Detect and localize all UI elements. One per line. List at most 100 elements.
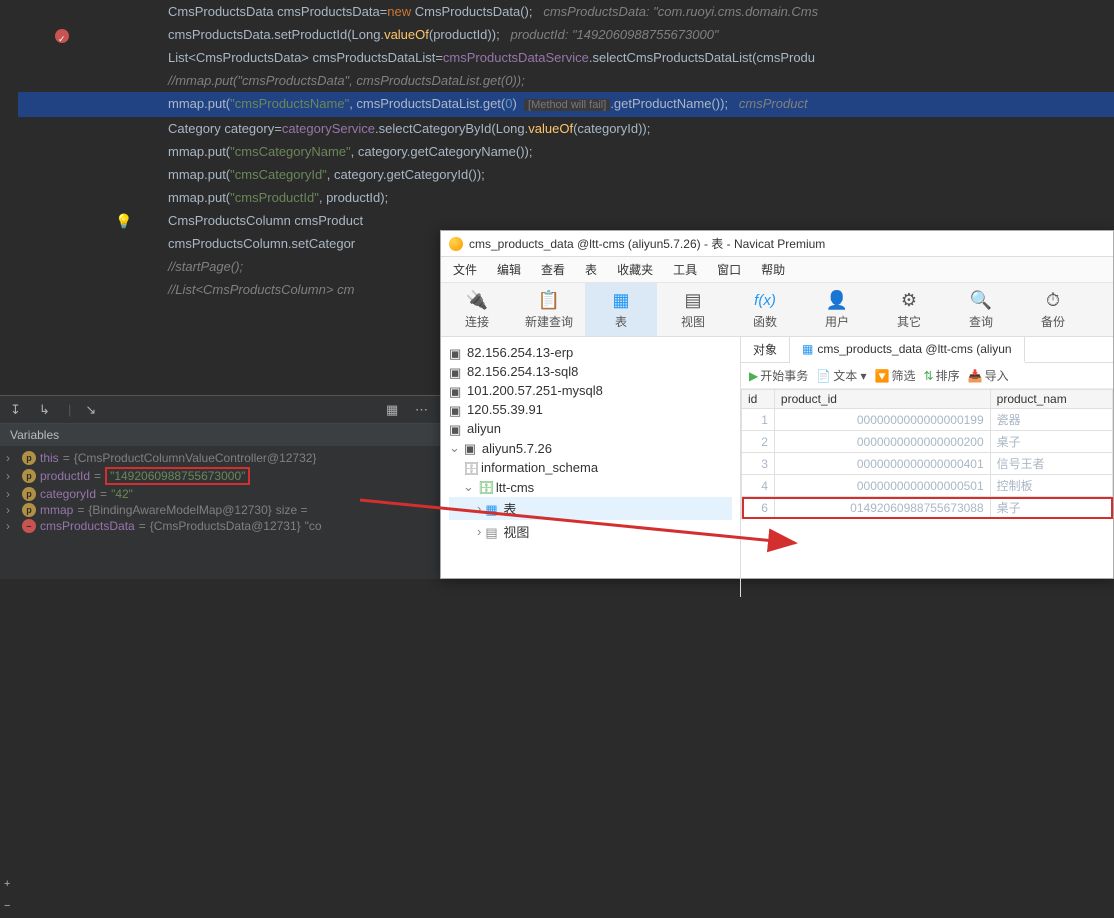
add-watch-icon[interactable]: + [4, 878, 18, 892]
column-header[interactable]: product_id [774, 390, 990, 409]
tree-server[interactable]: ▣82.156.254.13-sql8 [449, 362, 732, 381]
tree-views[interactable]: ›▤视图 [449, 520, 732, 543]
cell[interactable]: 2 [742, 431, 775, 453]
tab-objects[interactable]: 对象 [741, 337, 790, 362]
variable-row[interactable]: ›p productId = "1492060988755673000" [6, 466, 434, 486]
var-name: productId [40, 469, 90, 483]
more-icon[interactable]: ⋯ [415, 402, 430, 417]
menu-item[interactable]: 窗口 [717, 261, 741, 278]
toolbar-icon: ▤ [680, 289, 706, 311]
caret-icon[interactable]: ⌄ [463, 479, 474, 495]
tree-server[interactable]: ▣82.156.254.13-erp [449, 343, 732, 362]
cell[interactable]: 4 [742, 475, 775, 497]
var-value: {CmsProductsData@12731} [150, 519, 301, 533]
subtoolbar-item[interactable]: ▶开始事务 [749, 367, 808, 384]
toolbar-icon: ▦ [608, 289, 634, 311]
connection-tree[interactable]: ▣82.156.254.13-erp▣82.156.254.13-sql8▣10… [441, 337, 741, 597]
tab-table[interactable]: ▦cms_products_data @ltt-cms (aliyun [790, 337, 1025, 363]
cell[interactable]: 1 [742, 409, 775, 431]
menu-item[interactable]: 帮助 [761, 261, 785, 278]
menu-item[interactable]: 编辑 [497, 261, 521, 278]
toolbar-表[interactable]: ▦表 [585, 283, 657, 336]
tree-database-active[interactable]: ⌄🗄ltt-cms [449, 477, 732, 497]
column-header[interactable]: id [742, 390, 775, 409]
toolbar-其它[interactable]: ⚙其它 [873, 283, 945, 336]
cell[interactable]: 0000000000000000401 [774, 453, 990, 475]
cell[interactable]: 0000000000000000501 [774, 475, 990, 497]
menu-item[interactable]: 表 [585, 261, 597, 278]
menu-item[interactable]: 查看 [541, 261, 565, 278]
cell[interactable]: 桌子 [990, 431, 1112, 453]
var-name: categoryId [40, 487, 96, 501]
variable-row[interactable]: ›p mmap = {BindingAwareModelMap@12730} s… [6, 502, 434, 518]
menu-item[interactable]: 文件 [453, 261, 477, 278]
table-row[interactable]: 601492060988755673088桌子 [742, 497, 1113, 519]
variables-tree[interactable]: ›p this = {CmsProductColumnValueControll… [0, 446, 440, 538]
caret-icon[interactable]: ⌄ [449, 440, 460, 456]
variable-row[interactable]: ›p categoryId = "42" [6, 486, 434, 502]
column-header[interactable]: product_nam [990, 390, 1112, 409]
tree-server[interactable]: ▣aliyun [449, 419, 732, 438]
cell[interactable]: 01492060988755673088 [774, 497, 990, 519]
subtoolbar-item[interactable]: 📄文本 ▾ [816, 367, 866, 384]
subtoolbar-icon: 🔽 [875, 369, 890, 383]
cell[interactable]: 0000000000000000199 [774, 409, 990, 431]
variable-row[interactable]: ›– cmsProductsData = {CmsProductsData@12… [6, 518, 434, 534]
cell[interactable]: 信号王者 [990, 453, 1112, 475]
cell[interactable]: 控制板 [990, 475, 1112, 497]
kind-icon: p [22, 487, 36, 501]
toolbar-新建查询[interactable]: 📋新建查询 [513, 283, 585, 336]
toolbar-查询[interactable]: 🔍查询 [945, 283, 1017, 336]
step-icon[interactable]: ↳ [39, 402, 54, 417]
table-row[interactable]: 30000000000000000401信号王者 [742, 453, 1113, 475]
toolbar-函数[interactable]: f(x)函数 [729, 283, 801, 336]
data-grid[interactable]: idproduct_idproduct_nam10000000000000000… [741, 389, 1113, 597]
toolbar-备份[interactable]: ⏱备份 [1017, 283, 1089, 336]
subtoolbar-item[interactable]: 📥导入 [968, 367, 1009, 384]
code-line: Category category=categoryService.select… [18, 117, 1114, 140]
window-title-bar[interactable]: cms_products_data @ltt-cms (aliyun5.7.26… [441, 231, 1113, 257]
step-icon[interactable]: ↘ [85, 402, 100, 417]
table-row[interactable]: 40000000000000000501控制板 [742, 475, 1113, 497]
subtoolbar-icon: 📥 [968, 369, 983, 383]
code-line: mmap.put("cmsCategoryName", category.get… [18, 140, 1114, 163]
caret-icon[interactable]: › [477, 501, 481, 516]
remove-watch-icon[interactable]: − [4, 900, 18, 914]
subtoolbar-item[interactable]: ⇅排序 [924, 367, 960, 384]
subtoolbar-item[interactable]: 🔽筛选 [875, 367, 916, 384]
expand-icon[interactable]: › [6, 519, 18, 533]
cell[interactable]: 6 [742, 497, 775, 519]
kind-icon: p [22, 451, 36, 465]
variable-row[interactable]: ›p this = {CmsProductColumnValueControll… [6, 450, 434, 466]
menu-item[interactable]: 工具 [673, 261, 697, 278]
expand-icon[interactable]: › [6, 503, 18, 517]
menu-item[interactable]: 收藏夹 [617, 261, 653, 278]
cell[interactable]: 3 [742, 453, 775, 475]
tree-server[interactable]: ▣120.55.39.91 [449, 400, 732, 419]
tree-tables[interactable]: ›▦表 [449, 497, 732, 520]
tree-server[interactable]: ▣101.200.57.251-mysql8 [449, 381, 732, 400]
tree-server-open[interactable]: ⌄▣aliyun5.7.26 [449, 438, 732, 458]
expand-icon[interactable]: › [6, 451, 18, 465]
table-row[interactable]: 20000000000000000200桌子 [742, 431, 1113, 453]
calc-icon[interactable]: ▦ [386, 402, 401, 417]
cell[interactable]: 桌子 [990, 497, 1112, 519]
code-line: cmsProductsData.setProductId(Long.valueO… [18, 23, 1114, 46]
step-icon[interactable]: ↧ [10, 402, 25, 417]
cell[interactable]: 0000000000000000200 [774, 431, 990, 453]
expand-icon[interactable]: › [6, 469, 18, 483]
toolbar-用户[interactable]: 👤用户 [801, 283, 873, 336]
subtoolbar-icon: ▶ [749, 369, 758, 383]
table-toolbar: ▶开始事务 📄文本 ▾ 🔽筛选 ⇅排序 📥导入 [741, 363, 1113, 389]
table-row[interactable]: 10000000000000000199瓷器 [742, 409, 1113, 431]
toolbar-连接[interactable]: 🔌连接 [441, 283, 513, 336]
tree-database[interactable]: 🗄information_schema [449, 458, 732, 477]
navicat-window[interactable]: cms_products_data @ltt-cms (aliyun5.7.26… [440, 230, 1114, 579]
code-line: CmsProductsColumn cmsProduct [18, 209, 1114, 232]
caret-icon[interactable]: › [477, 524, 481, 539]
expand-icon[interactable]: › [6, 487, 18, 501]
cell[interactable]: 瓷器 [990, 409, 1112, 431]
var-name: this [40, 451, 59, 465]
code-line: mmap.put("cmsCategoryId", category.getCa… [18, 163, 1114, 186]
toolbar-视图[interactable]: ▤视图 [657, 283, 729, 336]
